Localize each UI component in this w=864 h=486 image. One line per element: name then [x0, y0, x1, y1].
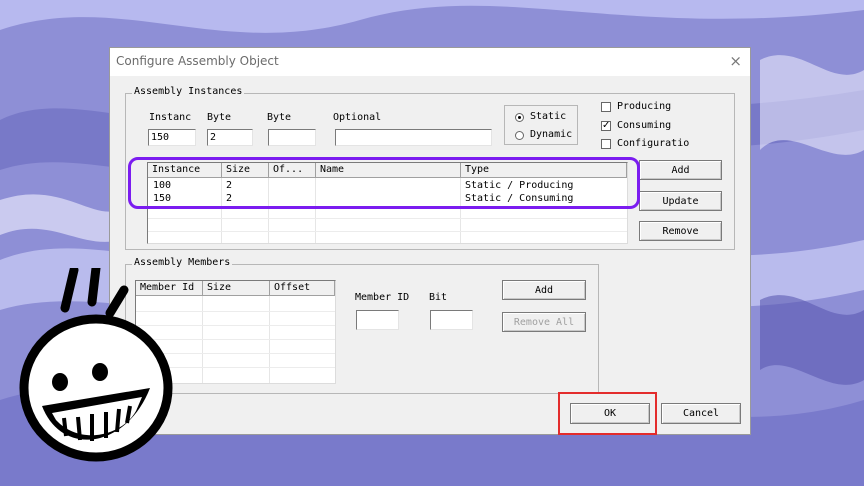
remove-all-button[interactable]: Remove All	[502, 312, 586, 332]
configuration-checkbox[interactable]	[601, 139, 611, 149]
radio-static[interactable]	[515, 113, 524, 122]
consuming-label: Consuming	[617, 120, 672, 131]
instance-input[interactable]	[148, 129, 196, 146]
member-id-label: Member ID	[355, 292, 410, 303]
radio-static-label: Static	[530, 111, 567, 122]
instance-update-button[interactable]: Update	[639, 191, 722, 211]
consuming-checkbox[interactable]: ✓	[601, 121, 611, 131]
smiley-face-icon	[19, 268, 173, 462]
instance-remove-button[interactable]: Remove	[639, 221, 722, 241]
assembly-members-label: Assembly Members	[132, 257, 233, 268]
ok-highlight-frame	[558, 392, 657, 435]
member-id-input[interactable]	[356, 310, 399, 330]
radio-dynamic-label: Dynamic	[530, 129, 573, 140]
title-bar: Configure Assembly Object ×	[110, 48, 750, 76]
instance-label: Instanc	[149, 112, 192, 123]
instance-add-button[interactable]: Add	[639, 160, 722, 180]
close-icon[interactable]: ×	[729, 52, 742, 70]
cancel-button[interactable]: Cancel	[661, 403, 741, 424]
optional-input[interactable]	[335, 129, 492, 146]
radio-dynamic[interactable]	[515, 131, 524, 140]
producing-checkbox[interactable]	[601, 102, 611, 112]
byte-label-2: Byte	[267, 112, 292, 123]
byte-label: Byte	[207, 112, 232, 123]
byte-input-2[interactable]	[268, 129, 316, 146]
col-header-member-size[interactable]: Size	[203, 281, 270, 296]
configure-assembly-dialog: Configure Assembly Object × Assembly Ins…	[109, 47, 751, 435]
optional-label: Optional	[333, 112, 382, 123]
bit-label: Bit	[429, 292, 448, 303]
configuration-label: Configuratio	[617, 138, 690, 149]
col-header-member-offset[interactable]: Offset	[270, 281, 335, 296]
instances-highlight-frame	[128, 157, 640, 209]
byte-input[interactable]	[207, 129, 253, 146]
member-add-button[interactable]: Add	[502, 280, 586, 300]
bit-input[interactable]	[430, 310, 473, 330]
dialog-title: Configure Assembly Object	[116, 54, 279, 68]
producing-label: Producing	[617, 101, 672, 112]
assembly-instances-label: Assembly Instances	[132, 86, 245, 97]
